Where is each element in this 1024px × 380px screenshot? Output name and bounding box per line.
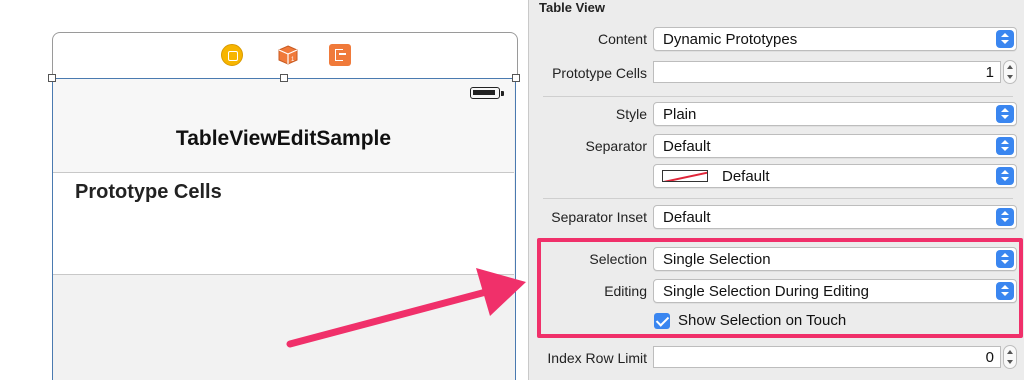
selection-popup[interactable]: Single Selection (653, 247, 1017, 271)
scene-dock: 1 (52, 32, 518, 78)
table-view-controller-scene[interactable]: TableViewEditSample Prototype Cells (52, 78, 516, 380)
separator-value: Default (663, 138, 711, 155)
popup-arrows-icon (996, 282, 1014, 300)
selection-label: Selection (589, 251, 647, 267)
popup-arrows-icon (996, 250, 1014, 268)
style-value: Plain (663, 106, 697, 123)
editing-label: Editing (604, 283, 647, 299)
nav-title: TableViewEditSample (175, 127, 392, 150)
prototype-cells-stepper-icon[interactable] (1003, 60, 1017, 84)
exit-icon[interactable] (329, 44, 351, 66)
attributes-inspector: Table View Content Dynamic Prototypes Pr… (528, 0, 1024, 380)
prototype-cells-area[interactable]: Prototype Cells (53, 173, 514, 275)
selection-value: Single Selection (663, 251, 771, 268)
content-value: Dynamic Prototypes (663, 31, 798, 48)
resize-handle-top-right[interactable] (512, 74, 520, 82)
prototype-cells-field[interactable]: 1 (653, 61, 1001, 83)
popup-arrows-icon (996, 167, 1014, 185)
navigation-bar[interactable]: TableViewEditSample (53, 79, 514, 173)
separator-popup[interactable]: Default (653, 134, 1017, 158)
separator-color-value: Default (722, 168, 770, 185)
separator-inset-label: Separator Inset (551, 209, 647, 225)
battery-tip (501, 91, 504, 96)
battery-icon (470, 87, 500, 99)
view-controller-icon[interactable] (221, 44, 243, 66)
content-label: Content (597, 31, 647, 47)
popup-arrows-icon (996, 30, 1014, 48)
editing-popup[interactable]: Single Selection During Editing (653, 279, 1017, 303)
prototype-cells-value: 1 (985, 64, 994, 81)
storyboard-canvas[interactable]: 1 TableViewEditSample Prototype Cells (0, 0, 528, 380)
index-row-limit-value: 0 (985, 349, 994, 366)
separator-label: Separator (585, 138, 647, 154)
prototype-cells-label: Prototype Cells (552, 65, 647, 81)
popup-arrows-icon (996, 137, 1014, 155)
xcode-storyboard-window: 1 TableViewEditSample Prototype Cells Ta… (0, 0, 1024, 380)
index-row-limit-label: Index Row Limit (547, 350, 647, 366)
show-selection-on-touch-label: Show Selection on Touch (678, 312, 847, 329)
resize-handle-top-center[interactable] (280, 74, 288, 82)
index-row-limit-field[interactable]: 0 (653, 346, 1001, 368)
separator-inset-value: Default (663, 209, 711, 226)
prototype-cells-label: Prototype Cells (75, 181, 222, 203)
content-popup[interactable]: Dynamic Prototypes (653, 27, 1017, 51)
index-row-limit-stepper-icon[interactable] (1003, 345, 1017, 369)
divider (543, 198, 1013, 199)
resize-handle-top-left[interactable] (48, 74, 56, 82)
section-title-table-view: Table View (539, 0, 605, 15)
popup-arrows-icon (996, 105, 1014, 123)
style-label: Style (615, 106, 647, 122)
editing-value: Single Selection During Editing (663, 283, 869, 300)
style-popup[interactable]: Plain (653, 102, 1017, 126)
separator-color-popup[interactable]: Default (653, 164, 1017, 188)
first-responder-icon[interactable]: 1 (277, 44, 299, 66)
separator-inset-popup[interactable]: Default (653, 205, 1017, 229)
show-selection-on-touch-checkbox[interactable] (654, 313, 670, 329)
popup-arrows-icon (996, 208, 1014, 226)
divider (543, 96, 1013, 97)
separator-color-swatch (662, 170, 708, 182)
